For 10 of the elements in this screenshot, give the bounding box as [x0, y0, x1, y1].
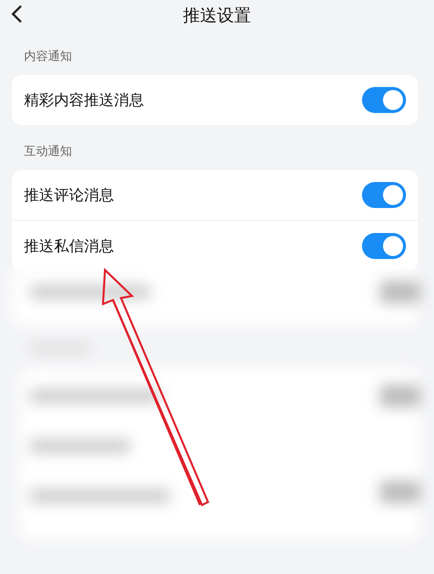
setting-label: 推送评论消息 — [24, 186, 114, 204]
toggle-switch[interactable] — [362, 182, 406, 208]
page-title: 推送设置 — [183, 4, 251, 26]
toggle-switch[interactable] — [362, 87, 406, 113]
toggle-switch[interactable] — [362, 233, 406, 259]
section-title: 互动通知 — [23, 143, 73, 160]
setting-label: 推送私信消息 — [24, 236, 114, 256]
back-icon[interactable] — [10, 4, 24, 24]
setting-label: 精彩内容推送消息 — [24, 90, 144, 110]
section-title: 内容通知 — [23, 48, 73, 65]
